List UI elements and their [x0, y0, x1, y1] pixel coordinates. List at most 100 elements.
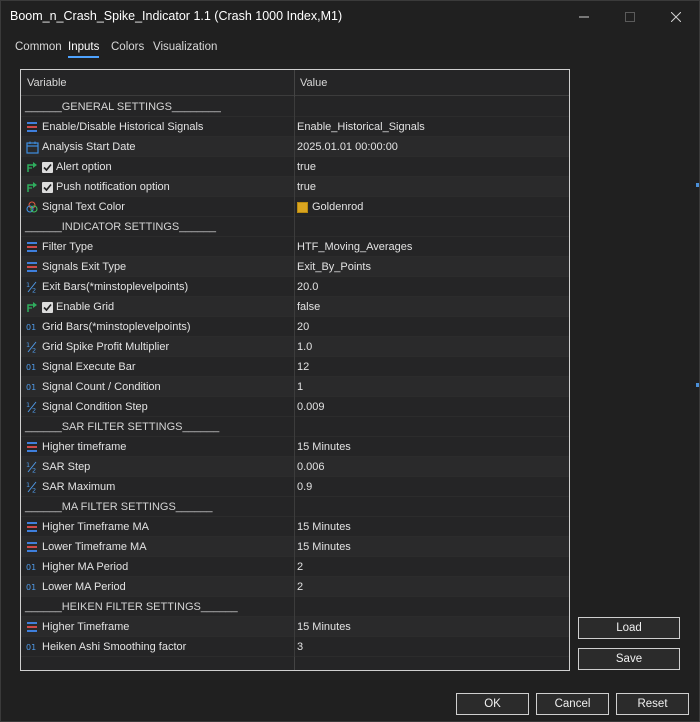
checkbox[interactable] [42, 161, 53, 173]
value-cell[interactable]: 2 [297, 577, 567, 597]
tab-common[interactable]: Common [15, 41, 62, 56]
svg-text:2: 2 [32, 467, 36, 474]
checkbox[interactable] [42, 301, 53, 313]
section-header-row[interactable]: ______GENERAL SETTINGS________ [21, 97, 569, 117]
input-row[interactable]: 01 Heiken Ashi Smoothing factor 3 [21, 637, 569, 657]
input-row[interactable]: Higher timeframe 15 Minutes [21, 437, 569, 457]
variable-cell: 1 2 SAR Maximum [25, 477, 293, 497]
value-cell[interactable]: 0.9 [297, 477, 567, 497]
resize-marker [696, 383, 699, 387]
input-row[interactable]: 1 2 SAR Step 0.006 [21, 457, 569, 477]
value-cell[interactable]: 15 Minutes [297, 437, 567, 457]
value-text: HTF_Moving_Averages [297, 241, 413, 253]
variable-name: Filter Type [42, 241, 94, 253]
section-header-row[interactable]: ______INDICATOR SETTINGS______ [21, 217, 569, 237]
inputs-grid: Variable Value ______GENERAL SETTINGS___… [20, 69, 570, 671]
variable-cell: 1 2 SAR Step [25, 457, 293, 477]
ok-button[interactable]: OK [456, 693, 529, 715]
input-row[interactable]: Enable/Disable Historical Signals Enable_… [21, 117, 569, 137]
section-title: ______MA FILTER SETTINGS______ [25, 501, 213, 513]
input-row[interactable]: Alert option true [21, 157, 569, 177]
double-icon: 12 [25, 280, 39, 294]
svg-text:01: 01 [26, 643, 36, 652]
variable-cell: 01 Signal Count / Condition [25, 377, 293, 397]
input-row[interactable]: Push notification option true [21, 177, 569, 197]
cell-divider [294, 157, 295, 177]
value-cell[interactable]: 15 Minutes [297, 617, 567, 637]
value-text: 2025.01.01 00:00:00 [297, 141, 398, 153]
input-row[interactable]: 01 Lower MA Period 2 [21, 577, 569, 597]
value-cell[interactable]: HTF_Moving_Averages [297, 237, 567, 257]
tab-visualization[interactable]: Visualization [153, 41, 217, 56]
variable-cell: Higher Timeframe [25, 617, 293, 637]
minimize-button[interactable] [561, 1, 607, 33]
svg-text:1: 1 [26, 461, 30, 469]
input-row[interactable]: Filter Type HTF_Moving_Averages [21, 237, 569, 257]
variable-name: Signal Text Color [42, 201, 125, 213]
enum-icon [25, 260, 39, 274]
cell-divider [294, 117, 295, 137]
cell-divider [294, 257, 295, 277]
value-cell[interactable]: 2025.01.01 00:00:00 [297, 137, 567, 157]
input-row[interactable]: 1 2 Exit Bars(*minstoplevelpoints) 20.0 [21, 277, 569, 297]
variable-name: SAR Step [42, 461, 91, 473]
value-cell[interactable]: Enable_Historical_Signals [297, 117, 567, 137]
input-row[interactable]: Signal Text Color Goldenrod [21, 197, 569, 217]
input-row[interactable]: 1 2 Signal Condition Step 0.009 [21, 397, 569, 417]
input-row[interactable]: 01 Higher MA Period 2 [21, 557, 569, 577]
close-button[interactable] [653, 1, 699, 33]
input-row[interactable]: 1 2 Grid Spike Profit Multiplier 1.0 [21, 337, 569, 357]
header-variable[interactable]: Variable [27, 77, 67, 89]
variable-cell: 01 Signal Execute Bar [25, 357, 293, 377]
variable-name: SAR Maximum [42, 481, 116, 493]
value-cell[interactable]: 15 Minutes [297, 517, 567, 537]
cancel-button[interactable]: Cancel [536, 693, 609, 715]
value-cell[interactable]: 3 [297, 637, 567, 657]
input-row[interactable]: Higher Timeframe 15 Minutes [21, 617, 569, 637]
value-cell[interactable]: 15 Minutes [297, 537, 567, 557]
input-row[interactable]: 1 2 SAR Maximum 0.9 [21, 477, 569, 497]
value-cell[interactable]: 0.009 [297, 397, 567, 417]
variable-cell: 01 Lower MA Period [25, 577, 293, 597]
checkbox[interactable] [42, 181, 53, 193]
value-cell[interactable]: true [297, 157, 567, 177]
value-cell [297, 97, 567, 117]
cell-divider [294, 457, 295, 477]
maximize-icon [625, 12, 635, 22]
value-cell[interactable]: 12 [297, 357, 567, 377]
tab-colors[interactable]: Colors [111, 41, 144, 56]
cell-divider [294, 597, 295, 617]
load-button[interactable]: Load [578, 617, 680, 639]
section-header-row[interactable]: ______HEIKEN FILTER SETTINGS______ [21, 597, 569, 617]
input-row[interactable]: 01 Signal Execute Bar 12 [21, 357, 569, 377]
header-value[interactable]: Value [300, 77, 327, 89]
cell-divider [294, 497, 295, 517]
value-cell[interactable]: false [297, 297, 567, 317]
variable-cell: ______INDICATOR SETTINGS______ [25, 217, 293, 237]
input-row[interactable]: Enable Grid false [21, 297, 569, 317]
value-cell[interactable]: 1.0 [297, 337, 567, 357]
value-cell[interactable]: Exit_By_Points [297, 257, 567, 277]
value-cell[interactable]: 2 [297, 557, 567, 577]
reset-button[interactable]: Reset [616, 693, 689, 715]
value-cell[interactable]: Goldenrod [297, 197, 567, 217]
input-row[interactable]: 01 Grid Bars(*minstoplevelpoints) 20 [21, 317, 569, 337]
input-row[interactable]: Analysis Start Date 2025.01.01 00:00:00 [21, 137, 569, 157]
input-row[interactable]: 01 Signal Count / Condition 1 [21, 377, 569, 397]
variable-cell: ______HEIKEN FILTER SETTINGS______ [25, 597, 293, 617]
value-cell[interactable]: 20 [297, 317, 567, 337]
variable-cell: 01 Heiken Ashi Smoothing factor [25, 637, 293, 657]
maximize-button [607, 1, 653, 33]
value-cell[interactable]: 20.0 [297, 277, 567, 297]
input-row[interactable]: Lower Timeframe MA 15 Minutes [21, 537, 569, 557]
variable-name: Exit Bars(*minstoplevelpoints) [42, 281, 189, 293]
section-header-row[interactable]: ______MA FILTER SETTINGS______ [21, 497, 569, 517]
value-cell[interactable]: true [297, 177, 567, 197]
value-cell[interactable]: 1 [297, 377, 567, 397]
input-row[interactable]: Signals Exit Type Exit_By_Points [21, 257, 569, 277]
save-button[interactable]: Save [578, 648, 680, 670]
input-row[interactable]: Higher Timeframe MA 15 Minutes [21, 517, 569, 537]
tab-inputs[interactable]: Inputs [68, 41, 100, 58]
section-header-row[interactable]: ______SAR FILTER SETTINGS______ [21, 417, 569, 437]
value-cell[interactable]: 0.006 [297, 457, 567, 477]
